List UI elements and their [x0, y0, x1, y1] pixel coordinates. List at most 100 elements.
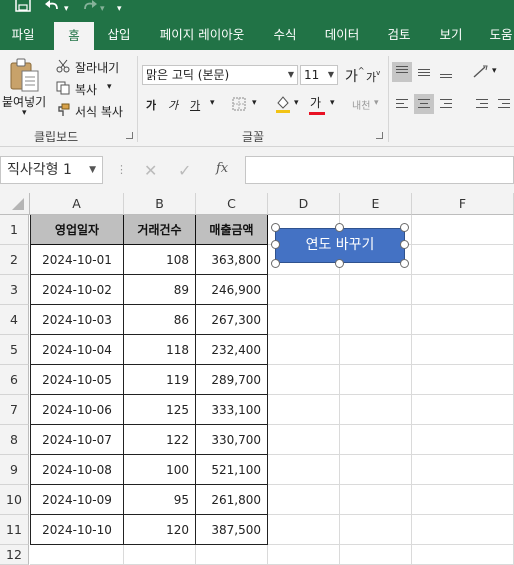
- resize-handle[interactable]: [400, 223, 409, 232]
- orientation-dropdown-icon[interactable]: ▾: [492, 66, 497, 76]
- table-cell[interactable]: 521,100: [196, 455, 268, 485]
- column-header-b[interactable]: B: [124, 193, 196, 215]
- row-header[interactable]: 1: [0, 215, 29, 245]
- tab-file[interactable]: 파일: [0, 20, 46, 50]
- table-cell[interactable]: 118: [124, 335, 196, 365]
- empty-cell[interactable]: [268, 485, 340, 515]
- tab-view[interactable]: 보기: [432, 20, 470, 50]
- copy-dropdown-icon[interactable]: ▾: [107, 82, 112, 92]
- formula-input[interactable]: [245, 156, 514, 184]
- resize-handle[interactable]: [271, 240, 280, 249]
- paste-dropdown-icon[interactable]: ▾: [22, 108, 27, 118]
- tab-home[interactable]: 홈: [54, 22, 94, 50]
- row-header[interactable]: 3: [0, 275, 29, 305]
- empty-cell[interactable]: [412, 395, 514, 425]
- middle-align-icon[interactable]: [414, 62, 434, 82]
- font-name-combo[interactable]: 맑은 고딕 (본문) ▼: [142, 65, 298, 85]
- cut-button[interactable]: 잘라내기: [75, 59, 119, 76]
- empty-cell[interactable]: [268, 275, 340, 305]
- save-icon[interactable]: [15, 0, 31, 20]
- empty-cell[interactable]: [268, 515, 340, 545]
- fill-color-dropdown-icon[interactable]: ▾: [294, 98, 299, 108]
- empty-cell[interactable]: [412, 215, 514, 245]
- table-cell[interactable]: 120: [124, 515, 196, 545]
- table-cell[interactable]: 95: [124, 485, 196, 515]
- column-header-e[interactable]: E: [340, 193, 412, 215]
- empty-cell[interactable]: [268, 335, 340, 365]
- tab-insert[interactable]: 삽입: [100, 20, 138, 50]
- row-header[interactable]: 6: [0, 365, 29, 395]
- column-header-f[interactable]: F: [412, 193, 514, 215]
- resize-handle[interactable]: [400, 240, 409, 249]
- table-cell[interactable]: 333,100: [196, 395, 268, 425]
- bottom-align-icon[interactable]: [436, 62, 456, 82]
- copy-button[interactable]: 복사: [75, 81, 97, 98]
- row-header[interactable]: 9: [0, 455, 29, 485]
- decrease-indent-icon[interactable]: [470, 94, 490, 114]
- row-header[interactable]: 11: [0, 515, 29, 545]
- clipboard-launcher-icon[interactable]: [126, 132, 133, 139]
- empty-cell[interactable]: [412, 335, 514, 365]
- tab-page-layout[interactable]: 페이지 레이아웃: [152, 20, 252, 50]
- table-cell[interactable]: 86: [124, 305, 196, 335]
- table-cell[interactable]: 100: [124, 455, 196, 485]
- table-cell[interactable]: 232,400: [196, 335, 268, 365]
- table-cell[interactable]: 2024-10-04: [30, 335, 124, 365]
- empty-cell[interactable]: [412, 305, 514, 335]
- empty-cell[interactable]: [340, 545, 412, 565]
- table-cell[interactable]: 125: [124, 395, 196, 425]
- row-header[interactable]: 10: [0, 485, 29, 515]
- undo-icon[interactable]: [44, 0, 62, 20]
- customize-quick-access-icon[interactable]: ▾: [117, 1, 122, 21]
- empty-cell[interactable]: [268, 365, 340, 395]
- empty-cell[interactable]: [340, 395, 412, 425]
- table-cell[interactable]: 2024-10-05: [30, 365, 124, 395]
- empty-cell[interactable]: [340, 275, 412, 305]
- empty-cell[interactable]: [268, 425, 340, 455]
- borders-icon[interactable]: [231, 96, 247, 112]
- resize-handle[interactable]: [335, 223, 344, 232]
- empty-cell[interactable]: [340, 515, 412, 545]
- empty-cell[interactable]: [412, 515, 514, 545]
- underline-dropdown-icon[interactable]: ▾: [210, 98, 215, 108]
- table-cell[interactable]: 330,700: [196, 425, 268, 455]
- borders-dropdown-icon[interactable]: ▾: [252, 98, 257, 108]
- chevron-down-icon[interactable]: ▼: [89, 157, 96, 183]
- empty-cell[interactable]: [124, 545, 196, 565]
- table-cell[interactable]: 122: [124, 425, 196, 455]
- align-center-icon[interactable]: [414, 94, 434, 114]
- empty-cell[interactable]: [412, 485, 514, 515]
- resize-handle[interactable]: [400, 259, 409, 268]
- empty-cell[interactable]: [412, 545, 514, 565]
- align-left-icon[interactable]: [392, 94, 412, 114]
- table-cell[interactable]: 289,700: [196, 365, 268, 395]
- empty-cell[interactable]: [340, 305, 412, 335]
- table-cell[interactable]: 2024-10-10: [30, 515, 124, 545]
- table-cell[interactable]: 2024-10-07: [30, 425, 124, 455]
- paste-icon[interactable]: [8, 56, 44, 96]
- chevron-down-icon[interactable]: ▼: [288, 66, 294, 84]
- table-cell[interactable]: 387,500: [196, 515, 268, 545]
- table-cell[interactable]: 108: [124, 245, 196, 275]
- table-cell[interactable]: 2024-10-06: [30, 395, 124, 425]
- table-cell[interactable]: 2024-10-01: [30, 245, 124, 275]
- row-header[interactable]: 7: [0, 395, 29, 425]
- year-change-shape-button[interactable]: 연도 바꾸기: [275, 228, 405, 263]
- column-header-a[interactable]: A: [30, 193, 124, 215]
- empty-cell[interactable]: [340, 335, 412, 365]
- row-header[interactable]: 5: [0, 335, 29, 365]
- table-cell[interactable]: 246,900: [196, 275, 268, 305]
- empty-cell[interactable]: [268, 395, 340, 425]
- empty-cell[interactable]: [412, 455, 514, 485]
- table-cell[interactable]: 2024-10-03: [30, 305, 124, 335]
- align-right-icon[interactable]: [436, 94, 456, 114]
- table-header-cell[interactable]: 매출금액: [196, 215, 268, 245]
- column-header-c[interactable]: C: [196, 193, 268, 215]
- tab-help[interactable]: 도움: [482, 20, 514, 50]
- font-size-combo[interactable]: 11 ▼: [300, 65, 338, 85]
- tab-data[interactable]: 데이터: [318, 20, 366, 50]
- empty-cell[interactable]: [196, 545, 268, 565]
- table-cell[interactable]: 363,800: [196, 245, 268, 275]
- table-cell[interactable]: 2024-10-08: [30, 455, 124, 485]
- empty-cell[interactable]: [268, 305, 340, 335]
